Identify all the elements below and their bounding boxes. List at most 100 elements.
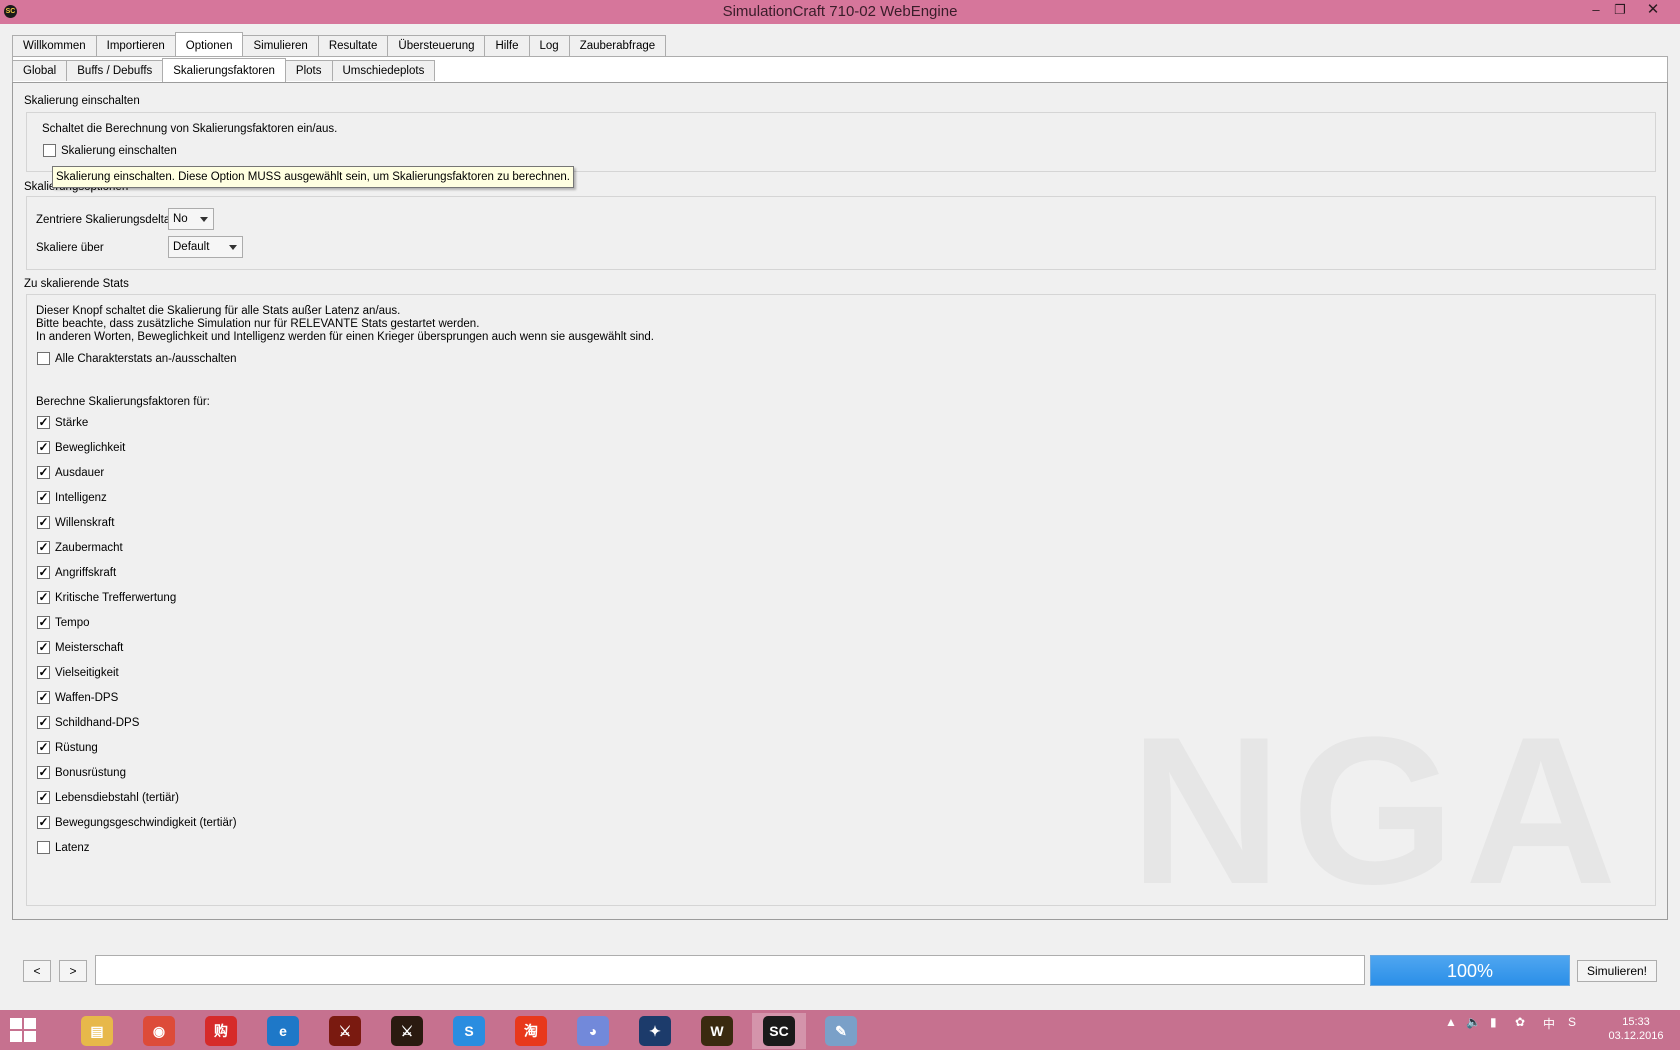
scaling-options-group: [26, 196, 1656, 270]
stat-checkbox-label[interactable]: Bonusrüstung: [55, 767, 126, 779]
stat-checkbox[interactable]: ✓: [37, 691, 50, 704]
stat-checkbox-label[interactable]: Lebensdiebstahl (tertiär): [55, 792, 179, 804]
close-icon[interactable]: ✕: [1633, 0, 1673, 22]
stat-checkbox[interactable]: ✓: [37, 741, 50, 754]
taskbar-app[interactable]: W: [690, 1013, 744, 1049]
stat-checkbox[interactable]: ✓: [37, 591, 50, 604]
stat-checkbox-label[interactable]: Vielseitigkeit: [55, 667, 119, 679]
taskbar-app[interactable]: ⚔: [380, 1013, 434, 1049]
subtab-umschiedeplots[interactable]: Umschiedeplots: [331, 60, 436, 81]
taskbar-app[interactable]: 淘: [504, 1013, 558, 1049]
center-delta-select[interactable]: No: [168, 208, 214, 230]
stat-checkbox[interactable]: ✓: [37, 466, 50, 479]
stats-desc-line3: In anderen Worten, Beweglichkeit und Int…: [36, 331, 654, 343]
game-icon: ⚔: [329, 1016, 361, 1046]
stat-checkbox-label[interactable]: Rüstung: [55, 742, 98, 754]
tab-resultate[interactable]: Resultate: [317, 35, 389, 56]
tray-arrow-icon[interactable]: ▲: [1445, 1015, 1457, 1029]
taskbar-app[interactable]: e: [256, 1013, 310, 1049]
chevron-down-icon: [200, 217, 208, 222]
stat-checkbox-label[interactable]: Kritische Trefferwertung: [55, 592, 176, 604]
stat-checkbox[interactable]: ✓: [37, 566, 50, 579]
subtab-skalierungsfaktoren[interactable]: Skalierungsfaktoren: [162, 58, 286, 82]
stat-checkbox[interactable]: ✓: [37, 641, 50, 654]
forward-button[interactable]: >: [59, 960, 87, 982]
battlenet-icon: ✦: [639, 1016, 671, 1046]
stat-checkbox[interactable]: ✓: [37, 766, 50, 779]
taskbar-app[interactable]: ▤: [70, 1013, 124, 1049]
scale-over-select[interactable]: Default: [168, 236, 243, 258]
stats-group: [26, 294, 1656, 906]
back-button[interactable]: <: [23, 960, 51, 982]
wow-icon: W: [701, 1016, 733, 1046]
toggle-all-stats-checkbox[interactable]: [37, 352, 50, 365]
windows-start-icon[interactable]: [10, 1018, 38, 1044]
taskbar-app[interactable]: ✎: [814, 1013, 868, 1049]
stat-checkbox[interactable]: ✓: [37, 716, 50, 729]
subtab-plots[interactable]: Plots: [284, 60, 333, 81]
chevron-down-icon: [229, 245, 237, 250]
stat-checkbox-label[interactable]: Stärke: [55, 417, 88, 429]
stat-checkbox-label[interactable]: Intelligenz: [55, 492, 107, 504]
compute-label: Berechne Skalierungsfaktoren für:: [36, 396, 210, 408]
address-input[interactable]: [95, 955, 1365, 985]
stat-checkbox-label[interactable]: Beweglichkeit: [55, 442, 125, 454]
tab-simulieren[interactable]: Simulieren: [242, 35, 319, 56]
stat-checkbox-label[interactable]: Tempo: [55, 617, 90, 629]
taskbar-app[interactable]: ◕: [566, 1013, 620, 1049]
volume-icon[interactable]: 🔈: [1466, 1015, 1481, 1029]
tab-uebersteuerung[interactable]: Übersteuerung: [387, 35, 486, 56]
stat-checkbox-label[interactable]: Bewegungsgeschwindigkeit (tertiär): [55, 817, 237, 829]
stat-checkbox-label[interactable]: Ausdauer: [55, 467, 104, 479]
stat-checkbox-label[interactable]: Zaubermacht: [55, 542, 123, 554]
stat-checkbox-label[interactable]: Waffen-DPS: [55, 692, 118, 704]
stat-checkbox[interactable]: ✓: [37, 541, 50, 554]
tab-optionen[interactable]: Optionen: [174, 32, 244, 56]
scaling-enable-checkbox[interactable]: [43, 144, 56, 157]
stat-checkbox-label[interactable]: Willenskraft: [55, 517, 114, 529]
toggle-all-stats-label[interactable]: Alle Charakterstats an-/ausschalten: [55, 353, 237, 365]
subtab-buffs-debuffs[interactable]: Buffs / Debuffs: [66, 60, 164, 81]
stat-checkbox[interactable]: ✓: [37, 491, 50, 504]
tab-hilfe[interactable]: Hilfe: [484, 35, 530, 56]
scaling-enable-group: [26, 112, 1656, 172]
stat-checkbox-label[interactable]: Latenz: [55, 842, 90, 854]
subtab-global[interactable]: Global: [12, 60, 68, 81]
scale-over-value: Default: [173, 241, 210, 253]
minimize-icon[interactable]: –: [1585, 0, 1607, 22]
taskbar-app[interactable]: ⚔: [318, 1013, 372, 1049]
stat-checkbox-label[interactable]: Schildhand-DPS: [55, 717, 139, 729]
tab-importieren[interactable]: Importieren: [95, 35, 176, 56]
stat-checkbox[interactable]: ✓: [37, 816, 50, 829]
stat-checkbox[interactable]: ✓: [37, 791, 50, 804]
taskbar-app[interactable]: ◉: [132, 1013, 186, 1049]
security-icon[interactable]: ✿: [1515, 1015, 1525, 1029]
stat-checkbox[interactable]: ✓: [37, 441, 50, 454]
taobao-icon: 淘: [515, 1016, 547, 1046]
sogou-tray-icon[interactable]: S: [1568, 1015, 1576, 1029]
tab-zauberabfrage[interactable]: Zauberabfrage: [568, 35, 667, 56]
ime-indicator[interactable]: 中: [1543, 1015, 1555, 1032]
restore-icon[interactable]: ❐: [1609, 0, 1631, 22]
stat-checkbox-label[interactable]: Meisterschaft: [55, 642, 123, 654]
tab-willkommen[interactable]: Willkommen: [12, 35, 97, 56]
stat-checkbox[interactable]: ✓: [37, 666, 50, 679]
simc-icon: SC: [763, 1016, 795, 1046]
stat-checkbox-label[interactable]: Angriffskraft: [55, 567, 116, 579]
taskbar-app[interactable]: S: [442, 1013, 496, 1049]
stat-checkbox[interactable]: ✓: [37, 616, 50, 629]
stats-title: Zu skalierende Stats: [24, 278, 129, 290]
clock[interactable]: 15:33 03.12.2016: [1600, 1015, 1672, 1043]
file-explorer-icon: ▤: [81, 1016, 113, 1046]
stat-checkbox[interactable]: ✓: [37, 516, 50, 529]
taskbar-app[interactable]: SC: [752, 1013, 806, 1049]
taskbar-app[interactable]: 购: [194, 1013, 248, 1049]
tab-log[interactable]: Log: [528, 35, 570, 56]
simulate-button[interactable]: Simulieren!: [1577, 960, 1657, 982]
scaling-enable-checkbox-label[interactable]: Skalierung einschalten: [61, 145, 177, 157]
taskbar-app[interactable]: ✦: [628, 1013, 682, 1049]
shopping-icon: 购: [205, 1016, 237, 1046]
network-icon[interactable]: ▮: [1490, 1015, 1497, 1029]
stat-checkbox[interactable]: ✓: [37, 416, 50, 429]
stat-checkbox[interactable]: [37, 841, 50, 854]
